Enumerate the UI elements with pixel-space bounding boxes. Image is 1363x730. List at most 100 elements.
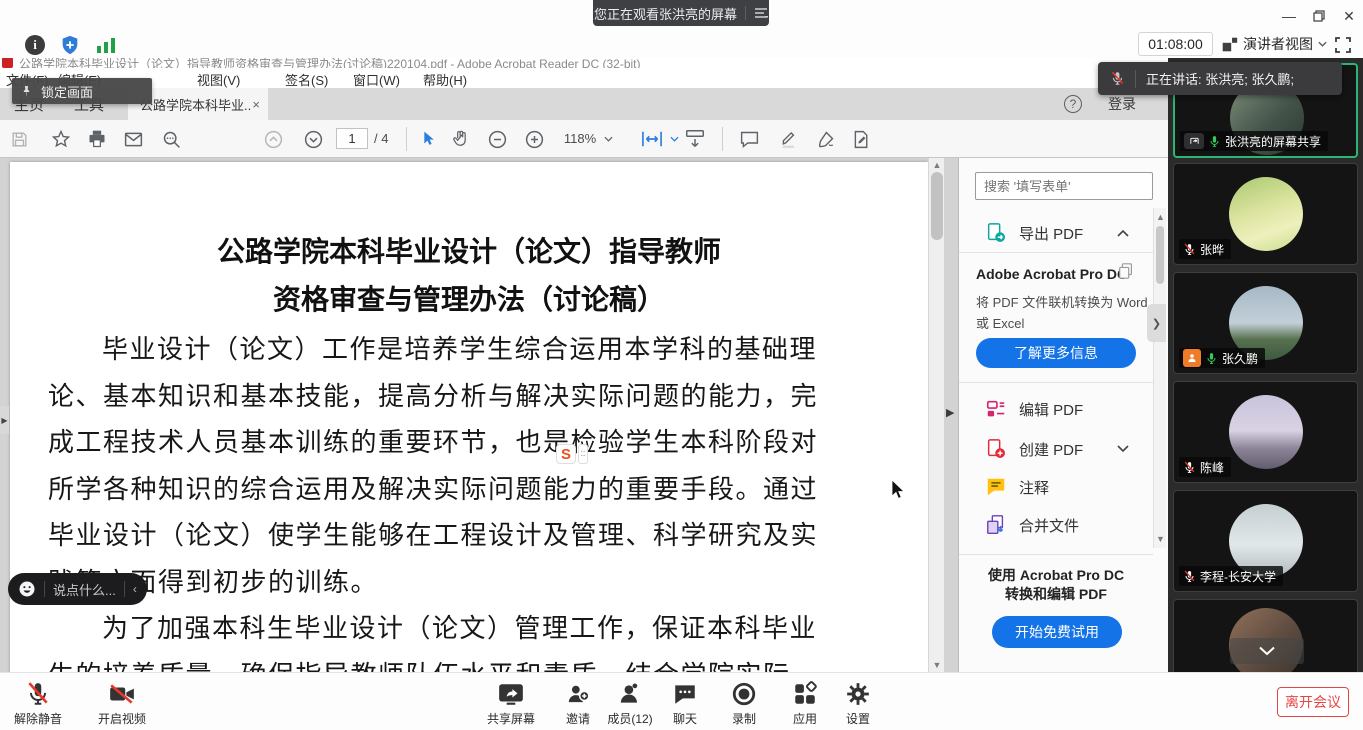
scroll-up-icon[interactable]: ▲ bbox=[929, 158, 945, 172]
ime-status-indicator: S ⁚⁚ bbox=[556, 444, 588, 464]
layout-icon bbox=[1221, 36, 1238, 53]
shield-protect-icon[interactable] bbox=[59, 34, 81, 61]
scrollbar-thumb[interactable] bbox=[931, 172, 943, 240]
fill-sign-icon[interactable] bbox=[850, 128, 872, 150]
maximize-button[interactable] bbox=[1308, 6, 1330, 26]
save-icon[interactable] bbox=[8, 128, 30, 150]
scrollbar-thumb[interactable] bbox=[1156, 226, 1164, 284]
login-button[interactable]: 登录 bbox=[1108, 94, 1136, 114]
tools-panel-collapse-handle[interactable]: ❯ bbox=[1147, 304, 1166, 342]
reading-mode-icon[interactable] bbox=[684, 128, 706, 150]
doc-title-line-1: 公路学院本科毕业设计（论文）指导教师 bbox=[10, 230, 928, 270]
meeting-info-icon[interactable]: i bbox=[25, 35, 45, 55]
invite-button[interactable]: 邀请 bbox=[552, 677, 604, 727]
chat-icon bbox=[660, 677, 710, 707]
edit-pdf-item[interactable]: 编辑 PDF bbox=[959, 390, 1153, 428]
page-panel-handle[interactable]: ▶ bbox=[946, 406, 954, 419]
participant-name: 张久鹏 bbox=[1222, 350, 1258, 367]
minimize-button[interactable]: — bbox=[1278, 6, 1300, 26]
menu-view[interactable]: 视图(V) bbox=[197, 70, 240, 89]
document-scrollbar[interactable]: ▲ ▼ bbox=[928, 158, 944, 672]
record-button[interactable]: 录制 bbox=[716, 677, 772, 727]
network-signal-icon[interactable] bbox=[96, 36, 116, 59]
participant-tile[interactable]: 李程-长安大学 bbox=[1173, 490, 1358, 592]
previous-page-icon bbox=[262, 128, 284, 150]
close-button[interactable]: ✕ bbox=[1338, 6, 1360, 26]
participant-tile[interactable]: 张晔 bbox=[1173, 163, 1358, 265]
pin-icon bbox=[20, 85, 33, 98]
menu-help[interactable]: 帮助(H) bbox=[423, 70, 467, 89]
export-pdf-item[interactable]: 导出 PDF bbox=[959, 214, 1153, 252]
fit-width-icon[interactable] bbox=[638, 128, 666, 150]
chat-divider bbox=[124, 581, 125, 597]
export-pdf-label: 导出 PDF bbox=[1019, 223, 1083, 244]
chat-button[interactable]: 聊天 bbox=[660, 677, 710, 727]
page-number-input[interactable]: 1 bbox=[336, 128, 368, 149]
combine-files-item[interactable]: 合并文件 bbox=[959, 506, 1153, 544]
zoom-out-icon[interactable] bbox=[486, 128, 508, 150]
chevron-down-icon[interactable] bbox=[1117, 445, 1129, 453]
toolbar-divider bbox=[406, 127, 407, 151]
search-icon[interactable] bbox=[160, 128, 182, 150]
select-tool-icon[interactable] bbox=[416, 128, 438, 150]
unmute-button[interactable]: 解除静音 bbox=[4, 677, 72, 727]
scroll-up-icon[interactable]: ▲ bbox=[1154, 210, 1167, 224]
quick-chat-bar[interactable]: 说点什么... ‹ bbox=[8, 573, 147, 605]
scroll-more-participants[interactable] bbox=[1230, 638, 1304, 664]
acrobat-menubar: 文件(F) 编辑(E) 视图(V) 签名(S) 窗口(W) 帮助(H) bbox=[0, 70, 1168, 88]
chat-collapse-icon[interactable]: ‹ bbox=[133, 582, 137, 596]
nav-pane-handle[interactable]: ▶ bbox=[0, 406, 9, 434]
scroll-down-icon[interactable]: ▼ bbox=[929, 658, 945, 672]
create-pdf-item[interactable]: 创建 PDF bbox=[959, 430, 1153, 468]
view-mode-select[interactable]: 演讲者视图 bbox=[1221, 32, 1327, 56]
apps-button[interactable]: 应用 bbox=[777, 677, 833, 727]
promo2-line: 使用 Acrobat Pro DC bbox=[959, 566, 1153, 585]
email-icon[interactable] bbox=[122, 128, 144, 150]
favorite-star-icon[interactable] bbox=[50, 128, 72, 150]
fullscreen-icon[interactable] bbox=[1334, 36, 1352, 59]
tools-panel-scrollbar[interactable]: ▲ ▼ bbox=[1153, 208, 1166, 548]
leave-meeting-button[interactable]: 离开会议 bbox=[1277, 687, 1349, 717]
scroll-down-icon[interactable]: ▼ bbox=[1154, 532, 1167, 546]
settings-button[interactable]: 设置 bbox=[830, 677, 886, 727]
chat-input-placeholder[interactable]: 说点什么... bbox=[53, 580, 116, 599]
sign-pen-icon[interactable] bbox=[814, 128, 836, 150]
zoom-dropdown-icon[interactable] bbox=[602, 128, 614, 150]
zoom-in-icon[interactable] bbox=[523, 128, 545, 150]
share-screen-button[interactable]: 共享屏幕 bbox=[476, 677, 546, 727]
comment-tool-icon[interactable] bbox=[738, 128, 760, 150]
highlight-tool-icon[interactable] bbox=[778, 128, 800, 150]
banner-menu-icon[interactable] bbox=[754, 7, 768, 19]
learn-more-button[interactable]: 了解更多信息 bbox=[976, 338, 1136, 368]
gear-icon bbox=[830, 677, 886, 707]
doc-text-line: 践等方面得到初步的训练。 bbox=[48, 560, 838, 607]
tools-search-input[interactable] bbox=[975, 172, 1153, 200]
avatar bbox=[1229, 395, 1303, 469]
panel-divider bbox=[959, 382, 1153, 383]
menu-sign[interactable]: 签名(S) bbox=[285, 70, 328, 89]
print-icon[interactable] bbox=[86, 128, 108, 150]
help-icon[interactable]: ? bbox=[1064, 95, 1082, 113]
comment-item[interactable]: 注释 bbox=[959, 468, 1153, 506]
chevron-up-icon[interactable] bbox=[1117, 229, 1129, 237]
toast-divider bbox=[1135, 70, 1136, 88]
watching-banner[interactable]: 您正在观看张洪亮的屏幕 bbox=[593, 0, 769, 26]
start-video-button[interactable]: 开启视频 bbox=[88, 677, 156, 727]
meeting-timer: 01:08:00 bbox=[1138, 32, 1213, 56]
combine-files-icon bbox=[985, 514, 1007, 536]
participant-tile[interactable]: 陈峰 bbox=[1173, 381, 1358, 483]
hand-tool-icon[interactable] bbox=[450, 128, 472, 150]
acrobat-toolbar: 1 / 4 118% bbox=[0, 120, 1168, 158]
participant-name: 陈峰 bbox=[1200, 459, 1224, 476]
tab-close-icon[interactable]: × bbox=[252, 97, 260, 112]
members-button[interactable]: 成员(12) bbox=[598, 677, 662, 727]
free-trial-button[interactable]: 开始免费试用 bbox=[992, 616, 1122, 648]
zoom-level-value[interactable]: 118% bbox=[558, 131, 602, 146]
participant-tile[interactable]: 张久鹏 bbox=[1173, 272, 1358, 374]
participant-tile[interactable] bbox=[1173, 599, 1358, 672]
next-page-icon[interactable] bbox=[302, 128, 324, 150]
emoji-icon[interactable] bbox=[18, 580, 36, 598]
acrobat-logo-icon bbox=[2, 58, 13, 68]
fit-dropdown-icon[interactable] bbox=[668, 128, 680, 150]
menu-window[interactable]: 窗口(W) bbox=[353, 70, 400, 89]
